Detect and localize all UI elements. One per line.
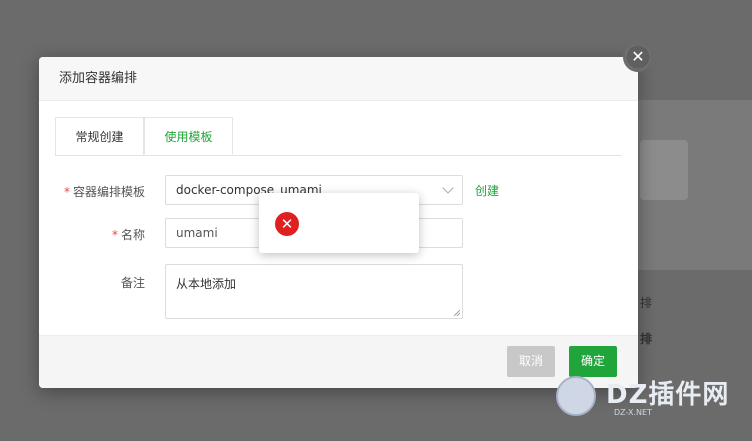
resize-handle-icon[interactable] (454, 310, 460, 316)
error-icon: ✕ (275, 212, 299, 236)
error-popup: ✕ (259, 193, 419, 253)
background-text: 排 (640, 296, 653, 310)
template-label: * 容器编排模板 (63, 185, 145, 199)
watermark-subtext: DZ-X.NET (614, 408, 652, 417)
watermark-text: DZ插件网 (606, 380, 730, 410)
background-text: 排 (640, 332, 653, 346)
close-dialog-button[interactable]: ✕ (623, 42, 653, 72)
name-label: * 名称 (111, 228, 145, 242)
remark-textarea[interactable]: 从本地添加 (165, 264, 463, 319)
chevron-down-icon (442, 182, 454, 194)
background-image (640, 140, 688, 200)
create-template-link[interactable]: 创建 (475, 182, 499, 199)
remark-label: 备注 (120, 276, 145, 290)
tab-regular-create[interactable]: 常规创建 (55, 117, 144, 155)
tab-bar: 常规创建 使用模板 (55, 117, 622, 156)
watermark: DZ插件网 DZ-X.NET (548, 370, 748, 420)
close-icon: ✕ (626, 45, 650, 69)
dialog-title: 添加容器编排 (39, 57, 638, 101)
tab-use-template[interactable]: 使用模板 (144, 117, 233, 155)
watermark-logo-icon (556, 376, 596, 416)
